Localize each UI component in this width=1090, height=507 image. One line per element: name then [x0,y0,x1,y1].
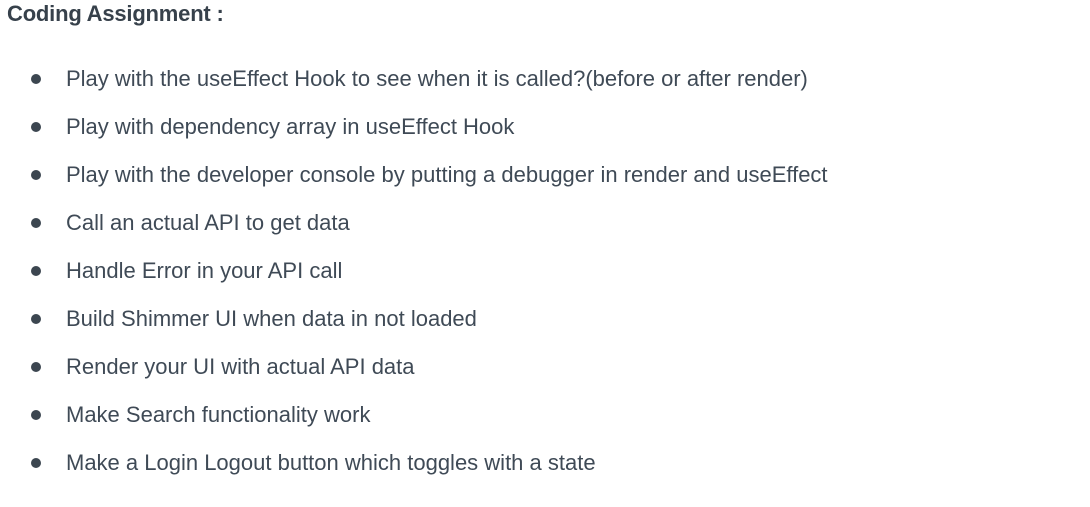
assignment-heading: Coding Assignment : [7,1,224,26]
bullet-icon [31,122,41,132]
bullet-icon [31,314,41,324]
bullet-icon [31,458,41,468]
bullet-icon [31,410,41,420]
bullet-icon [31,362,41,372]
task-text: Play with the useEffect Hook to see when… [66,66,808,91]
bullet-icon [31,170,41,180]
task-text: Make Search functionality work [66,402,371,427]
bullet-icon [31,74,41,84]
task-text: Make a Login Logout button which toggles… [66,450,596,475]
bullet-icon [31,218,41,228]
task-text: Build Shimmer UI when data in not loaded [66,306,477,331]
task-text: Render your UI with actual API data [66,354,415,379]
bullet-icon [31,266,41,276]
task-text: Handle Error in your API call [66,258,343,283]
task-text: Call an actual API to get data [66,210,350,235]
task-text: Play with dependency array in useEffect … [66,114,515,139]
task-text: Play with the developer console by putti… [66,162,828,187]
